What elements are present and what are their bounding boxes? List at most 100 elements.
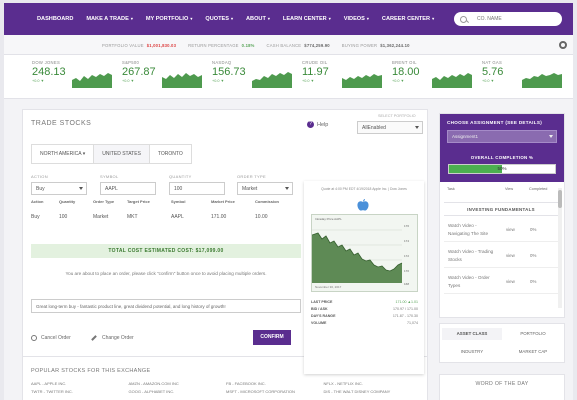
task-completed: 0% xyxy=(530,227,537,232)
quantity-input[interactable]: 100 xyxy=(169,182,225,195)
portfolio-select[interactable]: AllEnabled xyxy=(357,121,423,134)
search-input[interactable] xyxy=(477,16,557,22)
confirm-button[interactable]: CONFIRM xyxy=(253,330,291,345)
page-title: TRADE STOCKS xyxy=(31,120,92,127)
stat-days-range: DAY'S RANGE 171.87 - 170.30 xyxy=(311,314,418,318)
popular-stocks-title: POPULAR STOCKS FOR THIS EXCHANGE xyxy=(31,368,151,374)
completion-title: OVERALL COMPLETION % xyxy=(470,155,534,160)
pencil-icon xyxy=(91,335,97,341)
chevron-down-icon xyxy=(285,187,289,190)
tab-industry[interactable]: INDUSTRY xyxy=(442,346,502,358)
return-percentage: RETURN PERCENTAGE 0.18% xyxy=(188,43,255,48)
scrollbar-thumb[interactable] xyxy=(558,190,562,208)
list-item[interactable]: AMZN - AMAZON.COM INC xyxy=(129,381,227,386)
select-portfolio-label: SELECT PORTFOLIO xyxy=(378,114,416,118)
word-of-the-day-title: WORD OF THE DAY xyxy=(475,381,529,387)
quote-stats: LAST PRICE 171.00 ▲1.01 BID / ASK 170.97 /… xyxy=(311,300,418,328)
portfolio-value: PORTFOLIO VALUE $1,001,830.03 xyxy=(102,43,177,48)
task-view-link[interactable]: view xyxy=(506,279,515,284)
task-name: Watch Video - Order Types xyxy=(448,275,490,288)
nav-dashboard[interactable]: DASHBOARD xyxy=(37,16,73,22)
cell-order-type: Market xyxy=(93,214,109,220)
list-item[interactable]: TWTR - TWITTER INC. xyxy=(31,389,129,394)
tab-market-cap[interactable]: MARKET CAP xyxy=(503,346,563,358)
exchange-tabs: NORTH AMERICA ▾ UNITED STATES TORONTO xyxy=(31,144,192,164)
order-type-select[interactable]: Market xyxy=(237,182,293,195)
tab-portfolio[interactable]: PORTFOLIO xyxy=(503,328,563,340)
task-view-link[interactable]: view xyxy=(506,227,515,232)
cancel-order-label: Cancel Order xyxy=(41,335,71,341)
assignment-select[interactable]: Assignment1 xyxy=(447,130,557,143)
help-label: Help xyxy=(317,121,329,128)
change-order-label: Change Order xyxy=(102,335,134,341)
col-action: Action xyxy=(31,199,44,204)
col-market-price: Market Price xyxy=(211,199,235,204)
ticker-name: CRUDE OIL xyxy=(302,60,328,65)
help-link[interactable]: ? Help xyxy=(307,121,328,128)
intraday-price-chart: Intraday Price AAPL 176 174 172 170 168 Nove… xyxy=(311,214,418,292)
ticker-brent-oil[interactable]: BRENT OIL 18.00 +0.0 ▼ xyxy=(392,60,472,94)
task-scrollbar[interactable] xyxy=(558,188,562,308)
svg-text:168: 168 xyxy=(404,282,409,286)
action-select[interactable]: Buy xyxy=(31,182,87,195)
ticker-dow-jones[interactable]: DOW JONES 248.13 +0.0 ▼ xyxy=(32,60,112,94)
svg-text:170: 170 xyxy=(404,269,409,273)
ticker-sp500[interactable]: S&P500 267.87 +0.0 ▼ xyxy=(122,60,202,94)
search-box[interactable] xyxy=(454,12,562,26)
cancel-icon xyxy=(31,335,37,341)
nav-quotes[interactable]: QUOTES ▾ xyxy=(205,16,233,22)
cash-balance: CASH BALANCE $774,259.90 xyxy=(266,43,330,48)
completion-section: OVERALL COMPLETION % 50% xyxy=(440,154,564,182)
list-item[interactable]: MSFT - MICROSOFT CORPORATION xyxy=(226,389,324,394)
ticker-nat-gas[interactable]: NAT GAS 5.76 +0.0 ▼ xyxy=(482,60,562,94)
quantity-label: QUANTITY xyxy=(169,174,192,179)
col-order-type: Order Type xyxy=(93,199,115,204)
completion-percent: 50% xyxy=(497,166,507,171)
assignment-panel: CHOOSE ASSIGNMENT (SEE DETAILS) Assignme… xyxy=(439,113,565,318)
nav-career-center[interactable]: CAREER CENTER ▾ xyxy=(382,16,434,22)
symbol-input[interactable]: AAPL xyxy=(100,182,156,195)
nav-videos[interactable]: VIDEOS ▾ xyxy=(344,16,369,22)
tab-united-states[interactable]: UNITED STATES xyxy=(94,145,150,163)
cell-quantity: 100 xyxy=(59,214,68,220)
list-item[interactable]: GOOG - ALPHABET INC. xyxy=(129,389,227,394)
task-completed: 0% xyxy=(530,279,537,284)
price-area-chart: 176 174 172 170 168 xyxy=(312,224,409,286)
cancel-order-button[interactable]: Cancel Order xyxy=(31,335,71,341)
popular-stocks-list: AAPL - APPLE INC. AMZN - AMAZON.COM INC … xyxy=(31,381,421,394)
ticker-name: NAT GAS xyxy=(482,60,503,65)
list-item[interactable]: AAPL - APPLE INC. xyxy=(31,381,129,386)
nav-my-portfolio[interactable]: MY PORTFOLIO ▾ xyxy=(146,16,193,22)
sparkline-chart xyxy=(252,72,292,88)
section-investing-fundamentals[interactable]: INVESTING FUNDAMENTALS xyxy=(444,202,558,216)
ticker-crude-oil[interactable]: CRUDE OIL 11.97 +0.0 ▼ xyxy=(302,60,382,94)
order-notes-field[interactable]: Great long-term buy - fantastic product … xyxy=(31,299,301,313)
gear-icon[interactable] xyxy=(559,41,567,49)
symbol-label: SYMBOL xyxy=(100,174,119,179)
tab-toronto[interactable]: TORONTO xyxy=(150,145,191,163)
chart-date: November 30, 2017 xyxy=(315,285,342,289)
nav-about[interactable]: ABOUT ▾ xyxy=(246,16,270,22)
nav-make-a-trade[interactable]: MAKE A TRADE ▾ xyxy=(86,16,133,22)
col-quantity: Quantity xyxy=(59,199,76,204)
task-view-link[interactable]: view xyxy=(506,253,515,258)
chevron-down-icon xyxy=(549,135,553,138)
tab-north-america[interactable]: NORTH AMERICA ▾ xyxy=(32,145,95,163)
list-item[interactable]: FB - FACEBOOK INC. xyxy=(226,381,324,386)
apple-logo-icon xyxy=(357,199,369,211)
cell-commission: 10.00 xyxy=(255,214,268,220)
change-order-button[interactable]: Change Order xyxy=(91,335,134,341)
search-icon[interactable] xyxy=(460,15,467,23)
nav-learn-center[interactable]: LEARN CENTER ▾ xyxy=(283,16,331,22)
assignment-header: CHOOSE ASSIGNMENT (SEE DETAILS) Assignme… xyxy=(440,114,564,154)
list-item[interactable]: NFLX - NETFLIX INC. xyxy=(324,381,422,386)
stat-last-price: LAST PRICE 171.00 ▲1.01 xyxy=(311,300,418,304)
chevron-down-icon xyxy=(79,187,83,190)
tab-asset-class[interactable]: ASSET CLASS xyxy=(442,328,502,340)
list-item[interactable]: DIS - THE WALT DISNEY COMPANY xyxy=(324,389,422,394)
ticker-nasdaq[interactable]: NASDAQ 156.73 +0.0 ▼ xyxy=(212,60,292,94)
sparkline-chart xyxy=(162,73,202,88)
cell-market-price: 171.00 xyxy=(211,214,227,220)
app-frame: DASHBOARD MAKE A TRADE ▾ MY PORTFOLIO ▾ QU… xyxy=(4,3,573,400)
col-task: Task xyxy=(447,187,455,191)
